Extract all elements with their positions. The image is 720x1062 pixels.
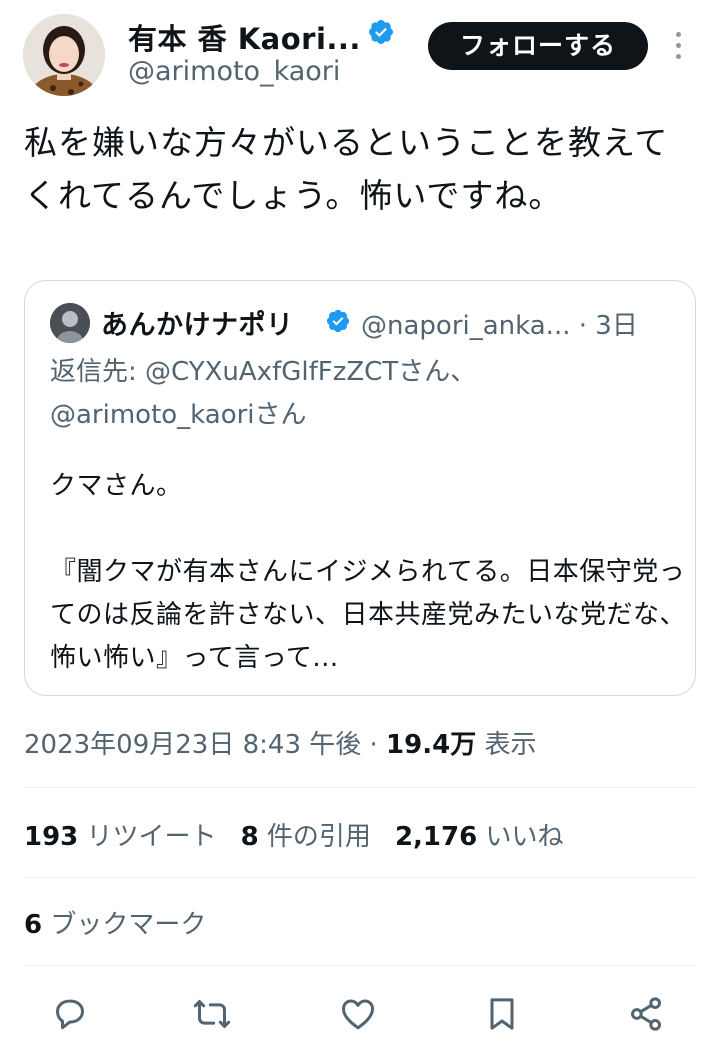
verified-badge-icon [369, 20, 393, 44]
engagement-stats: 193 リツイート 8 件の引用 2,176 いいね [24, 816, 587, 853]
views-label: 表示 [476, 730, 537, 760]
author-handle[interactable]: @arimoto_kaori [128, 56, 340, 87]
more-options-icon[interactable] [668, 28, 688, 68]
views-count: 19.4万 [386, 730, 477, 760]
quoted-tweet[interactable]: あんかけナポリ @napori_anka... · 3日 返信先: @CYXuA… [24, 280, 696, 696]
tweet-datetime[interactable]: 2023年09月23日 8:43 午後 · [24, 730, 386, 760]
quoted-handle-time: @napori_anka... · 3日 [361, 305, 638, 342]
tweet-text: 私を嫌いな方々がいるということを教えてくれてるんでしょう。怖いですね。 [24, 123, 669, 215]
follow-button[interactable]: フォローする [428, 22, 648, 70]
retweet-icon[interactable] [192, 994, 236, 1038]
retweets-stat[interactable]: 193 リツイート [24, 816, 217, 853]
likes-stat[interactable]: 2,176 いいね [395, 816, 564, 853]
bookmark-icon[interactable] [482, 994, 526, 1038]
author-avatar[interactable] [23, 14, 105, 96]
quoted-text-line: 『闇クマが有本さんにイジメられてる。日本保守党ってのは反論を許さない、日本共産党… [50, 557, 687, 673]
divider [24, 787, 696, 788]
quoted-verified-badge-icon [326, 309, 350, 333]
bookmarks-stat[interactable]: 6 ブックマーク [24, 904, 206, 941]
quoted-author-avatar [50, 303, 90, 343]
quotes-stat[interactable]: 8 件の引用 [241, 816, 371, 853]
tweet-meta: 2023年09月23日 8:43 午後 · 19.4万 表示 [24, 724, 536, 761]
reply-icon[interactable] [50, 994, 94, 1038]
share-icon[interactable] [626, 994, 670, 1038]
quoted-display-name: あんかけナポリ [101, 310, 294, 341]
tweet-header: 有本 香 Kaori... @arimoto_kaori フォローする [0, 0, 720, 110]
quoted-time: · 3日 [578, 311, 638, 341]
divider [24, 965, 696, 966]
quoted-reply-to: 返信先: @CYXuAxfGlfFzZCTさん、@arimoto_kaoriさん [50, 357, 477, 430]
action-bar [0, 990, 720, 1050]
divider [24, 877, 696, 878]
author-display-name[interactable]: 有本 香 Kaori... [128, 16, 361, 58]
quoted-text-line: クマさん。 [50, 471, 183, 501]
quoted-text: クマさん。 『闇クマが有本さんにイジメられてる。日本保守党ってのは反論を許さない… [50, 465, 686, 680]
quoted-handle: @napori_anka... [361, 311, 571, 341]
like-icon[interactable] [338, 994, 382, 1038]
